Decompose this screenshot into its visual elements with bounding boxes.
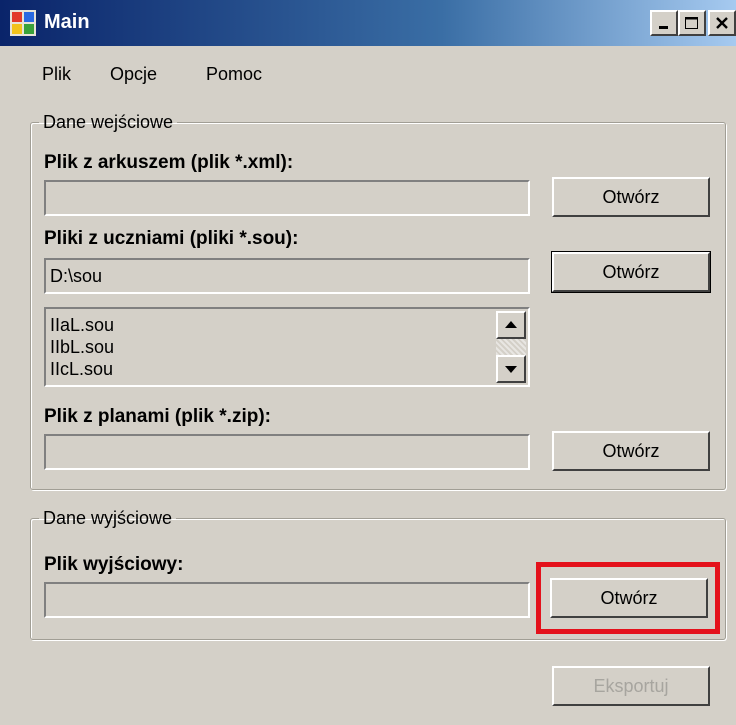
student-files-list[interactable]: IIaL.sou IIbL.sou IIcL.sou xyxy=(44,307,530,387)
app-icon xyxy=(10,10,36,36)
open-students-button[interactable]: Otwórz xyxy=(551,251,711,293)
output-file-field[interactable] xyxy=(44,582,530,618)
scroll-down-button[interactable] xyxy=(496,355,526,383)
menu-plik[interactable]: Plik xyxy=(42,64,71,85)
maximize-icon xyxy=(685,17,698,29)
plans-file-field[interactable] xyxy=(44,434,530,470)
output-group-legend: Dane wyjściowe xyxy=(43,508,173,528)
highlight-box xyxy=(536,562,720,634)
maximize-button[interactable] xyxy=(678,10,706,36)
close-icon xyxy=(716,17,728,29)
menu-pomoc[interactable]: Pomoc xyxy=(206,64,262,85)
list-item[interactable]: IIcL.sou xyxy=(50,359,113,380)
window-title: Main xyxy=(44,11,90,33)
title-bar[interactable]: Main xyxy=(0,0,736,46)
list-item[interactable]: IIbL.sou xyxy=(50,337,114,358)
scroll-up-button[interactable] xyxy=(496,311,526,339)
close-button[interactable] xyxy=(708,10,736,36)
open-plans-button[interactable]: Otwórz xyxy=(552,431,710,471)
output-file-label: Plik wyjściowy: xyxy=(44,554,184,575)
minimize-icon xyxy=(659,26,668,29)
main-window: Main Plik Opcje Pomoc Dane wejściowe Pli… xyxy=(0,0,736,725)
students-folder-field[interactable] xyxy=(44,258,530,294)
open-sheet-button[interactable]: Otwórz xyxy=(552,177,710,217)
minimize-button[interactable] xyxy=(650,10,678,36)
arrow-down-icon xyxy=(505,366,517,373)
list-scrollbar[interactable] xyxy=(496,311,526,383)
plans-file-label: Plik z planami (plik *.zip): xyxy=(44,406,271,427)
menu-opcje[interactable]: Opcje xyxy=(110,64,157,85)
sheet-file-field[interactable] xyxy=(44,180,530,216)
menu-bar: Plik Opcje Pomoc xyxy=(0,46,736,96)
export-button[interactable]: Eksportuj xyxy=(552,666,710,706)
arrow-up-icon xyxy=(505,321,517,328)
list-item[interactable]: IIaL.sou xyxy=(50,315,114,336)
input-group-legend: Dane wejściowe xyxy=(43,112,174,132)
sheet-file-label: Plik z arkuszem (plik *.xml): xyxy=(44,152,294,173)
students-files-label: Pliki z uczniami (pliki *.sou): xyxy=(44,228,299,249)
